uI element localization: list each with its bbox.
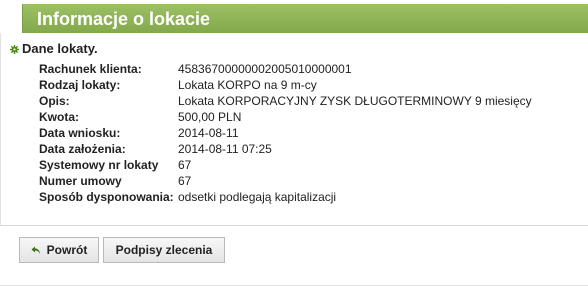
back-button[interactable]: Powrót <box>19 237 99 263</box>
detail-value: 2014-08-11 <box>178 126 239 140</box>
page-header: Informacje o lokacie <box>22 4 588 33</box>
detail-label: Data wniosku: <box>39 126 121 140</box>
detail-label: Systemowy nr lokaty <box>39 158 159 172</box>
detail-label: Opis: <box>39 94 70 108</box>
detail-label: Sposób dysponowania: <box>39 190 174 204</box>
detail-label: Data założenia: <box>39 142 126 156</box>
gear-icon <box>10 42 19 58</box>
back-arrow-icon <box>31 239 41 263</box>
detail-value: Lokata KORPORACYJNY ZYSK DŁUGOTERMINOWY … <box>178 94 532 108</box>
detail-value: 500,00 PLN <box>178 110 242 124</box>
page-title: Informacje o lokacie <box>37 9 211 29</box>
detail-value: odsetki podlegają kapitalizacji <box>178 190 337 204</box>
detail-value: 67 <box>178 174 192 188</box>
section-title: Dane lokaty. <box>22 41 98 56</box>
section-heading: Dane lokaty. <box>10 41 98 58</box>
detail-value: 45836700000002005010000001 <box>178 62 352 76</box>
detail-value: Lokata KORPO na 9 m-cy <box>178 78 317 92</box>
bottom-border <box>0 285 588 286</box>
detail-label: Kwota: <box>39 110 79 124</box>
deposit-info-page: Informacje o lokacie Dane lokaty. Rachun… <box>0 0 588 290</box>
detail-value: 67 <box>178 158 192 172</box>
detail-label: Rodzaj lokaty: <box>39 78 121 92</box>
order-signatures-button-label: Podpisy zlecenia <box>115 243 213 257</box>
order-signatures-button[interactable]: Podpisy zlecenia <box>103 237 225 263</box>
detail-label: Numer umowy <box>39 174 122 188</box>
detail-label: Rachunek klienta: <box>39 62 142 76</box>
back-button-label: Powrót <box>46 243 88 257</box>
detail-value: 2014-08-11 07:25 <box>178 142 272 156</box>
